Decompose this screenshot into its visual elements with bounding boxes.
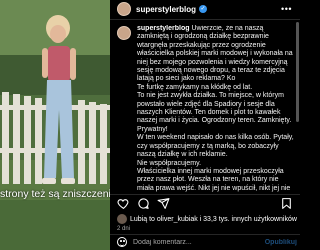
bookmark-icon[interactable]: [280, 197, 293, 210]
comment-divider: [110, 234, 300, 235]
verified-badge-icon: ✓: [199, 5, 208, 13]
post-time[interactable]: 2 dni: [117, 226, 130, 232]
caption-text: superstylerblog Uwierzcie, że na naszą z…: [137, 25, 295, 192]
share-icon[interactable]: [157, 197, 170, 210]
emoji-icon[interactable]: [117, 237, 127, 247]
author-username[interactable]: superstylerblog: [136, 5, 196, 14]
header-divider: [110, 19, 300, 20]
action-bar: [117, 197, 293, 211]
author-avatar[interactable]: [117, 2, 131, 16]
more-options-icon[interactable]: •••: [281, 4, 292, 14]
heart-icon[interactable]: [117, 197, 130, 210]
likes-summary[interactable]: Lubią to oliver_kubiak i 33,3 tys. innyc…: [117, 214, 300, 224]
comment-bubble-icon[interactable]: [137, 197, 150, 210]
post-panel: superstylerblog ✓ ••• superstylerblog Uw…: [110, 0, 300, 250]
comment-input[interactable]: [133, 238, 263, 246]
caption-username[interactable]: superstylerblog: [137, 25, 190, 32]
caption-scrollbar[interactable]: [296, 22, 299, 122]
caption-body: Uwierzcie, że na naszą zamkniętą i ogrod…: [137, 25, 294, 192]
caption-avatar[interactable]: [117, 26, 131, 40]
video-caption-overlay: strony też są zniszczenia: [0, 188, 110, 200]
post-header: superstylerblog ✓ •••: [117, 0, 300, 18]
post-video[interactable]: strony też są zniszczenia: [0, 0, 110, 250]
actions-divider: [110, 194, 300, 195]
comment-bar: Opublikuj: [117, 236, 297, 248]
liker-avatar[interactable]: [117, 214, 127, 224]
likes-text[interactable]: Lubią to oliver_kubiak i 33,3 tys. innyc…: [130, 216, 297, 223]
post-photo-scene: [0, 0, 110, 250]
post-comment-button[interactable]: Opublikuj: [265, 239, 297, 246]
caption-area: superstylerblog Uwierzcie, że na naszą z…: [117, 25, 295, 192]
